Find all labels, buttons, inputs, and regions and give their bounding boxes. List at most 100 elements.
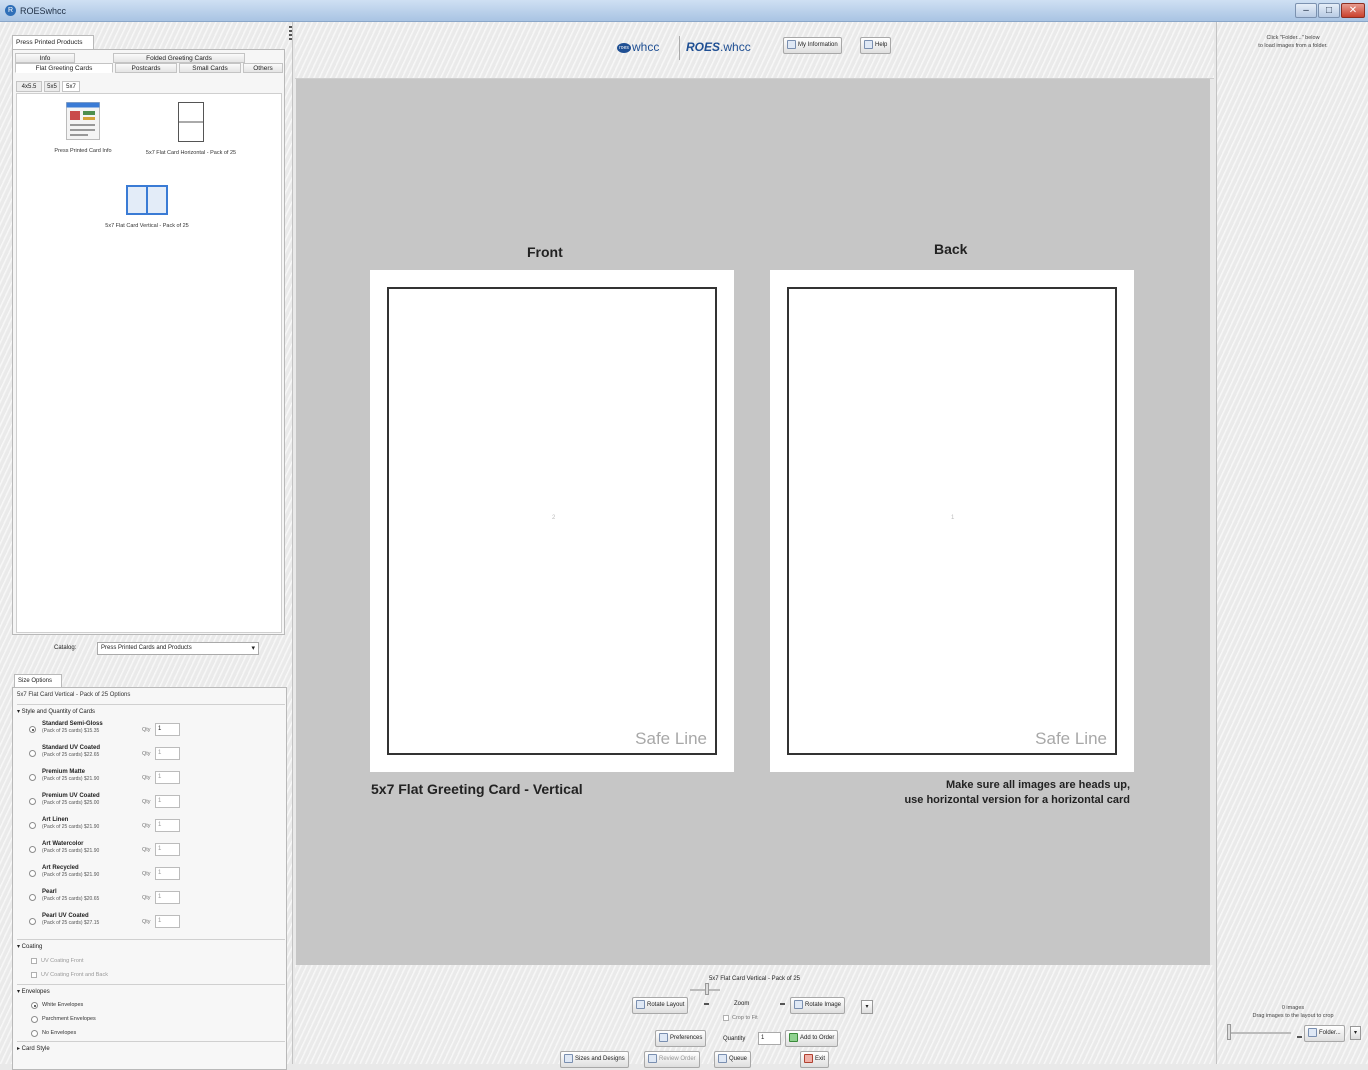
crop-to-fit-checkbox[interactable] — [723, 1015, 729, 1021]
tab-queue[interactable]: Queue — [714, 1051, 752, 1068]
qty-input[interactable]: 1 — [155, 915, 180, 928]
window-title: ROESwhcc — [20, 6, 67, 16]
tab-review-order[interactable]: Review Order — [644, 1051, 700, 1068]
tab-size-5x7[interactable]: 5x7 — [62, 81, 80, 92]
tab-sizes-and-designs[interactable]: Sizes and Designs — [560, 1051, 629, 1068]
queue-icon — [718, 1053, 727, 1063]
paper-option[interactable]: Standard UV Coated (Pack of 25 cards) $2… — [29, 744, 189, 768]
paper-name: Standard UV Coated — [42, 745, 101, 751]
paper-price: (Pack of 25 cards) $25.00 — [42, 800, 100, 806]
front-image-well[interactable]: 2 Safe Line — [387, 287, 717, 755]
qty-input[interactable]: 1 — [155, 723, 180, 736]
splitter-handle[interactable] — [289, 26, 292, 40]
exit-button[interactable]: Exit — [800, 1051, 830, 1068]
qty-input[interactable]: 1 — [155, 867, 180, 880]
chevron-down-icon[interactable]: ▾ — [861, 1000, 873, 1014]
paper-radio[interactable] — [29, 822, 36, 829]
paper-option[interactable]: Premium Matte (Pack of 25 cards) $21.90 … — [29, 768, 189, 792]
close-button[interactable]: ✕ — [1341, 3, 1365, 18]
catalog-row: Catalog: Press Printed Cards and Product… — [12, 642, 285, 656]
paper-price: (Pack of 25 cards) $20.65 — [42, 896, 100, 902]
tab-size-options[interactable]: Size Options — [14, 674, 62, 687]
paper-radio[interactable] — [29, 870, 36, 877]
paper-radio[interactable] — [29, 846, 36, 853]
tab-press-printed-products[interactable]: Press Printed Products — [12, 35, 94, 49]
folder-button[interactable]: Folder... — [1304, 1025, 1345, 1042]
uv-front-checkbox[interactable] — [31, 958, 37, 964]
back-image-well[interactable]: 1 Safe Line — [787, 287, 1117, 755]
tab-info[interactable]: Info — [15, 53, 75, 63]
qty-label: Qty — [142, 847, 151, 853]
tab-size-4x5-5[interactable]: 4x5.5 — [16, 81, 42, 92]
paper-name: Art Watercolor — [42, 841, 84, 847]
tab-postcards[interactable]: Postcards — [115, 63, 177, 73]
tab-flat-greeting-cards[interactable]: Flat Greeting Cards — [15, 63, 113, 73]
uv-front-back-checkbox[interactable] — [31, 972, 37, 978]
rotate-layout-button[interactable]: Rotate Layout — [632, 997, 689, 1014]
paper-radio[interactable] — [29, 774, 36, 781]
zoom-out-icon[interactable] — [704, 1003, 709, 1005]
exit-icon — [804, 1053, 813, 1063]
coating-section-header[interactable]: ▾ Coating — [17, 943, 42, 950]
rotate-image-button[interactable]: Rotate Image — [790, 997, 846, 1014]
count-line-1: 0 images — [1281, 1005, 1305, 1011]
tab-size-5x5[interactable]: 5x5 — [44, 81, 60, 92]
paper-radio[interactable] — [29, 918, 36, 925]
minimize-button[interactable]: – — [1295, 3, 1317, 18]
paper-option[interactable]: Pearl (Pack of 25 cards) $20.65 Qty 1 — [29, 888, 189, 912]
envelope-radio[interactable] — [31, 1030, 38, 1037]
paper-option[interactable]: Standard Semi-Gloss (Pack of 25 cards) $… — [29, 720, 189, 744]
review-icon — [648, 1053, 657, 1063]
qty-input[interactable]: 1 — [155, 891, 180, 904]
qty-input[interactable]: 1 — [155, 795, 180, 808]
add-to-order-button[interactable]: Add to Order — [785, 1030, 839, 1047]
catalog-select[interactable]: Press Printed Cards and Products ▾ — [97, 642, 259, 655]
maximize-button[interactable]: □ — [1318, 3, 1340, 18]
qty-input[interactable]: 1 — [155, 747, 180, 760]
paper-radio[interactable] — [29, 750, 36, 757]
tab-others[interactable]: Others — [243, 63, 283, 73]
qty-input[interactable]: 1 — [155, 771, 180, 784]
paper-radio[interactable] — [29, 894, 36, 901]
user-icon — [787, 39, 796, 49]
back-card[interactable]: 1 Safe Line — [770, 270, 1134, 772]
zoom-in-icon[interactable] — [780, 1003, 785, 1005]
qty-input[interactable]: 1 — [155, 843, 180, 856]
paper-price: (Pack of 25 cards) $21.90 — [42, 872, 100, 878]
front-card[interactable]: 2 Safe Line — [370, 270, 734, 772]
qty-label: Qty — [142, 775, 151, 781]
image-count: 0 images Drag images to the layout to cr… — [1217, 1004, 1368, 1020]
tab-small-cards[interactable]: Small Cards — [179, 63, 241, 73]
preferences-button[interactable]: Preferences — [655, 1030, 707, 1047]
paper-radio[interactable] — [29, 726, 36, 733]
my-information-button[interactable]: My Information — [783, 37, 842, 54]
paper-name: Premium UV Coated — [42, 793, 100, 799]
thumbnail-size-slider[interactable] — [1229, 1032, 1291, 1034]
product-card-info[interactable]: Press Printed Card Info — [43, 102, 123, 154]
zoom-slider-thumb[interactable] — [705, 983, 709, 995]
paper-option[interactable]: Art Recycled (Pack of 25 cards) $21.90 Q… — [29, 864, 189, 888]
product-5x7-horizontal[interactable]: 5x7 Flat Card Horizontal - Pack of 25 — [121, 102, 261, 156]
paper-option[interactable]: Premium UV Coated (Pack of 25 cards) $25… — [29, 792, 189, 816]
help-button[interactable]: Help — [860, 37, 892, 54]
envelopes-section-header[interactable]: ▾ Envelopes — [17, 988, 50, 995]
envelope-radio[interactable] — [31, 1002, 38, 1009]
paper-price: (Pack of 25 cards) $21.90 — [42, 824, 100, 830]
tab-folded-greeting-cards[interactable]: Folded Greeting Cards — [113, 53, 245, 63]
thumbnail-size-thumb[interactable] — [1227, 1024, 1231, 1040]
product-5x7-vertical[interactable]: 5x7 Flat Card Vertical - Pack of 25 — [87, 185, 207, 229]
front-label: Front — [527, 244, 563, 260]
paper-option[interactable]: Art Watercolor (Pack of 25 cards) $21.90… — [29, 840, 189, 864]
paper-option[interactable]: Pearl UV Coated (Pack of 25 cards) $27.1… — [29, 912, 189, 936]
quantity-input[interactable]: 1 — [758, 1032, 781, 1045]
style-quantity-section-header[interactable]: ▾ Style and Quantity of Cards — [17, 708, 95, 715]
slider-max-icon — [1297, 1036, 1302, 1038]
envelope-radio[interactable] — [31, 1016, 38, 1023]
hint-line-2: to load images from a folder. — [1258, 43, 1328, 49]
paper-radio[interactable] — [29, 798, 36, 805]
paper-option[interactable]: Art Linen (Pack of 25 cards) $21.90 Qty … — [29, 816, 189, 840]
card-style-section-header[interactable]: ▸ Card Style — [17, 1045, 50, 1052]
warning-line-2: use horizontal version for a horizontal … — [904, 794, 1130, 806]
chevron-down-icon[interactable]: ▾ — [1350, 1026, 1361, 1040]
qty-input[interactable]: 1 — [155, 819, 180, 832]
